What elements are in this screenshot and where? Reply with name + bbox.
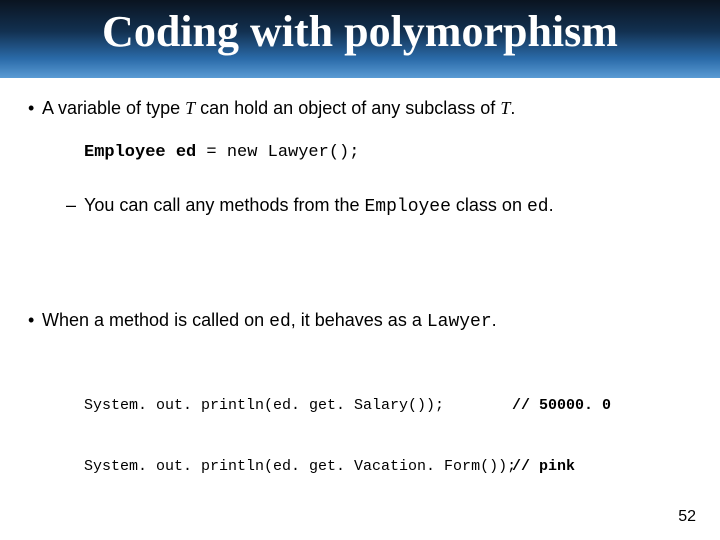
bullet-2-ed: ed (269, 312, 291, 332)
code-comment-1: // 50000. 0 (512, 396, 611, 416)
sub-ed: ed (527, 197, 549, 217)
code-decl: Employee ed (84, 143, 196, 162)
type-T-2: T (500, 98, 510, 118)
sub-text-c: . (549, 195, 554, 215)
bullet-2-text-b: , it behaves as a (291, 310, 427, 330)
bullet-1-text-c: . (510, 98, 515, 118)
sub-bullet-1: –You can call any methods from the Emplo… (66, 193, 692, 219)
slide-title: Coding with polymorphism (0, 0, 720, 57)
bullet-2-text-c: . (492, 310, 497, 330)
bullet-2: •When a method is called on ed, it behav… (28, 308, 692, 334)
code-row-2: System. out. println(ed. get. Vacation. … (84, 457, 692, 477)
code-example-2: System. out. println(ed. get. Salary());… (84, 356, 692, 518)
bullet-2-text-a: When a method is called on (42, 310, 269, 330)
code-example-1: Employee ed = new Lawyer(); (84, 142, 692, 165)
slide-content: •A variable of type T can hold an object… (0, 78, 720, 518)
code-comment-2: // pink (512, 457, 575, 477)
bullet-1-text-a: A variable of type (42, 98, 185, 118)
sub-employee: Employee (365, 197, 451, 217)
bullet-1: •A variable of type T can hold an object… (28, 96, 692, 120)
page-number: 52 (678, 508, 696, 526)
bullet-dot-icon: • (28, 308, 42, 332)
type-T-1: T (185, 98, 195, 118)
bullet-dot-icon: • (28, 96, 42, 120)
dash-icon: – (66, 193, 84, 217)
title-bar: Coding with polymorphism (0, 0, 720, 78)
code-init: = new Lawyer(); (196, 143, 359, 162)
sub-text-a: You can call any methods from the (84, 195, 365, 215)
bullet-1-text-b: can hold an object of any subclass of (195, 98, 500, 118)
spacer (28, 220, 692, 308)
code-row-1: System. out. println(ed. get. Salary());… (84, 396, 692, 416)
bullet-2-lawyer: Lawyer (427, 312, 492, 332)
sub-text-b: class on (451, 195, 527, 215)
code-line-2: System. out. println(ed. get. Vacation. … (84, 457, 512, 477)
code-line-1: System. out. println(ed. get. Salary()); (84, 396, 512, 416)
